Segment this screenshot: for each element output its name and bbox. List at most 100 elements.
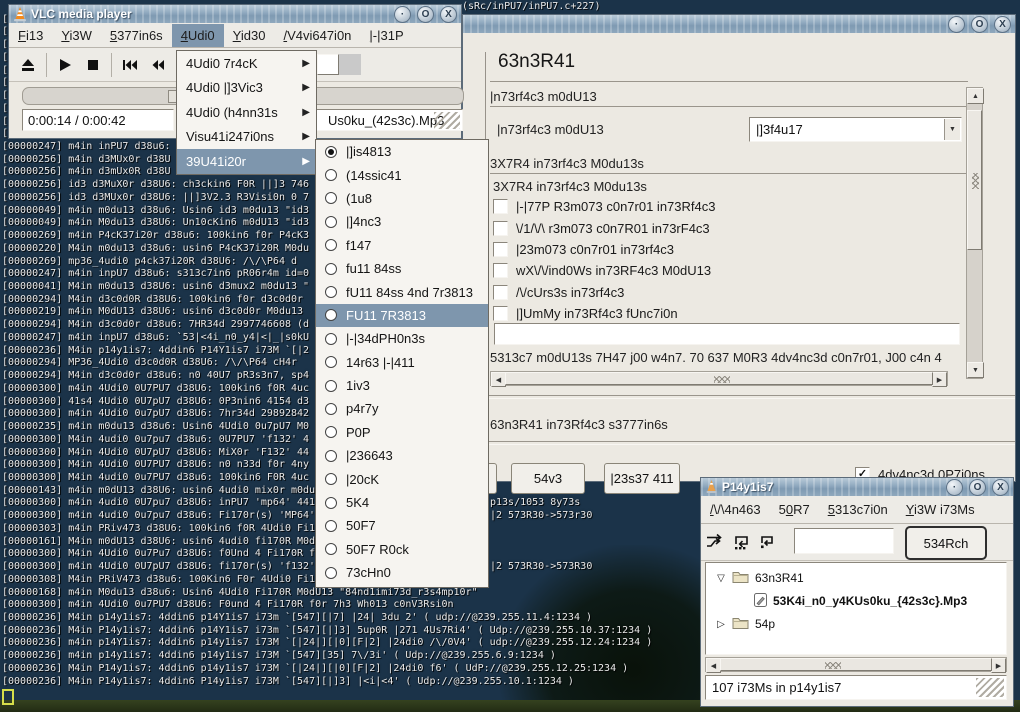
radio-icon[interactable] <box>325 380 337 392</box>
checkbox-icon[interactable] <box>493 242 508 257</box>
radio-icon[interactable] <box>325 567 337 579</box>
scroll-down-icon[interactable]: ▼ <box>967 362 984 378</box>
audio-menu-item-39u41i20r[interactable]: 39U41i20r▶ <box>177 149 316 174</box>
radio-icon[interactable] <box>325 286 337 298</box>
checkbox-row-wx-ind0ws-in73rf4c3-m0du13[interactable]: wX\/\/ind0Ws in73RF4c3 M0dU13 <box>493 260 953 281</box>
equalizer-item-14r63-411[interactable]: 14r63 |-|411 <box>316 351 488 374</box>
radio-selected-icon[interactable] <box>325 146 337 158</box>
stop-button[interactable] <box>79 52 107 78</box>
radio-icon[interactable] <box>325 543 337 555</box>
playlist-menu-yi3w-i73ms[interactable]: Yi3W i73Ms <box>897 498 984 521</box>
playlist-group-54p[interactable]: ▷54p <box>714 613 775 635</box>
eject-button[interactable] <box>14 52 42 78</box>
radio-icon[interactable] <box>325 520 337 532</box>
scroll-right-icon[interactable]: ▶ <box>932 372 947 387</box>
radio-icon[interactable] <box>325 239 337 251</box>
minimize-icon[interactable]: · <box>946 479 963 496</box>
close-icon[interactable]: X <box>994 16 1011 33</box>
equalizer-item-50f7-r0ck[interactable]: 50F7 R0ck <box>316 538 488 561</box>
maximize-icon[interactable]: O <box>971 16 988 33</box>
menu-5377in6s[interactable]: 5377in6s <box>101 24 172 47</box>
menu-fi13[interactable]: Fi13 <box>9 24 52 47</box>
equalizer-item-73chn0[interactable]: 73cHn0 <box>316 561 488 584</box>
scrollbar-thumb[interactable] <box>720 658 992 671</box>
equalizer-item-1u8[interactable]: (1u8 <box>316 187 488 210</box>
playlist-search-input[interactable] <box>794 528 894 554</box>
radio-icon[interactable] <box>325 169 337 181</box>
equalizer-item-is4813[interactable]: |]is4813 <box>316 140 488 163</box>
equalizer-item-p0p[interactable]: P0P <box>316 421 488 444</box>
shuffle-icon[interactable] <box>703 530 727 554</box>
minimize-icon[interactable]: · <box>948 16 965 33</box>
playlist-titlebar[interactable]: P14y1is7 · O X <box>701 478 1013 496</box>
equalizer-item-20ck[interactable]: |20cK <box>316 467 488 490</box>
playlist-menu-4n463[interactable]: /\/\4n463 <box>701 498 770 521</box>
save-button[interactable]: 54v3 <box>511 463 585 494</box>
repeat-one-icon[interactable] <box>755 530 779 554</box>
audio-menu-item-visu41i247i0ns[interactable]: Visu41i247i0ns▶ <box>177 125 316 150</box>
equalizer-item-p4r7y[interactable]: p4r7y <box>316 397 488 420</box>
preferences-titlebar[interactable]: · O X <box>463 15 1015 33</box>
radio-icon[interactable] <box>325 192 337 204</box>
equalizer-item-fu11-84ss-4nd-7r3813[interactable]: fU11 84ss 4nd 7r3813 <box>316 280 488 303</box>
repeat-all-icon[interactable] <box>729 530 753 554</box>
play-button[interactable] <box>51 52 79 78</box>
radio-icon[interactable] <box>325 403 337 415</box>
playlist-horizontal-scrollbar[interactable]: ◀ ▶ <box>705 657 1007 672</box>
horizontal-scrollbar[interactable]: ◀ ▶ <box>490 371 948 386</box>
vlc-titlebar[interactable]: VLC media player · O X <box>9 5 461 23</box>
playlist-tree[interactable]: ▽63n3R4153K4i_n0_y4KUs0ku_{42s3c}.Mp3▷54… <box>705 562 1007 655</box>
close-icon[interactable]: X <box>440 6 457 23</box>
checkbox-icon[interactable] <box>493 285 508 300</box>
checkbox-icon[interactable] <box>493 221 508 236</box>
playlist-group-63n3r41[interactable]: ▽63n3R41 <box>714 567 804 589</box>
checkbox-icon[interactable] <box>493 263 508 278</box>
checkbox-icon[interactable] <box>493 306 508 321</box>
search-button[interactable]: 534Rch <box>905 526 987 560</box>
equalizer-item-f147[interactable]: f147 <box>316 234 488 257</box>
scroll-up-icon[interactable]: ▲ <box>967 88 984 104</box>
minimize-icon[interactable]: · <box>394 6 411 23</box>
radio-icon[interactable] <box>325 497 337 509</box>
equalizer-item-5k4[interactable]: 5K4 <box>316 491 488 514</box>
radio-icon[interactable] <box>325 309 337 321</box>
equalizer-item-50f7[interactable]: 50F7 <box>316 514 488 537</box>
chevron-down-icon[interactable]: ▼ <box>944 119 960 140</box>
radio-icon[interactable] <box>325 263 337 275</box>
radio-icon[interactable] <box>325 473 337 485</box>
playlist-menu-5313c7i0n[interactable]: 5313c7i0n <box>819 498 897 521</box>
audio-menu-item-4udi0-h4nn31s[interactable]: 4Udi0 (h4nn31s▶ <box>177 100 316 125</box>
checkbox-row-ummy-in73rf4c3-func7i0n[interactable]: |]UmMy in73Rf4c3 fUnc7i0n <box>493 303 953 324</box>
collapse-icon[interactable]: ▽ <box>714 573 728 584</box>
equalizer-item-34dph0n3s[interactable]: |-|34dPH0n3s <box>316 327 488 350</box>
checkbox-row-77p-r3m073-c0n7r01-in73rf4c3[interactable]: |-|77P R3m073 c0n7r01 in73Rf4c3 <box>493 196 953 217</box>
volume-slider[interactable] <box>317 54 361 75</box>
playlist-menu-50r7[interactable]: 50R7 <box>770 498 819 521</box>
expand-icon[interactable]: ▷ <box>714 619 728 630</box>
equalizer-item-fu11-7r3813[interactable]: FU11 7R3813 <box>316 304 488 327</box>
scroll-left-icon[interactable]: ◀ <box>491 372 506 387</box>
scroll-left-icon[interactable]: ◀ <box>706 658 721 673</box>
equalizer-item-4nc3[interactable]: |]4nc3 <box>316 210 488 233</box>
checkbox-row-1-r3m073-c0n7r01-in73rf4c3[interactable]: \/1/\/\ r3m073 c0n7R01 in73rF4c3 <box>493 217 953 238</box>
volume-slider-handle[interactable] <box>317 54 339 75</box>
radio-icon[interactable] <box>325 356 337 368</box>
audio-menu-item-4udi0-7r4ck[interactable]: 4Udi0 7r4cK▶ <box>177 51 316 76</box>
scrollbar-thumb[interactable] <box>967 110 982 250</box>
menu-v4vi647i0n[interactable]: /V4vi647i0n <box>274 24 360 47</box>
menu-yid30[interactable]: Yid30 <box>224 24 275 47</box>
interface-module-combobox[interactable]: |]3f4u17 ▼ <box>749 117 962 142</box>
equalizer-item-14ssic41[interactable]: (14ssic41 <box>316 163 488 186</box>
previous-button[interactable] <box>116 52 144 78</box>
radio-icon[interactable] <box>325 426 337 438</box>
equalizer-item-1iv3[interactable]: 1iv3 <box>316 374 488 397</box>
module-options-input[interactable] <box>494 323 960 345</box>
menu-31p[interactable]: |-|31P <box>360 24 412 47</box>
equalizer-item-236643[interactable]: |236643 <box>316 444 488 467</box>
vertical-scrollbar[interactable]: ▲ ▼ <box>966 87 983 379</box>
resize-grip[interactable] <box>976 678 1004 697</box>
rewind-button[interactable] <box>144 52 172 78</box>
resize-grip[interactable] <box>434 112 460 129</box>
radio-icon[interactable] <box>325 333 337 345</box>
radio-icon[interactable] <box>325 216 337 228</box>
